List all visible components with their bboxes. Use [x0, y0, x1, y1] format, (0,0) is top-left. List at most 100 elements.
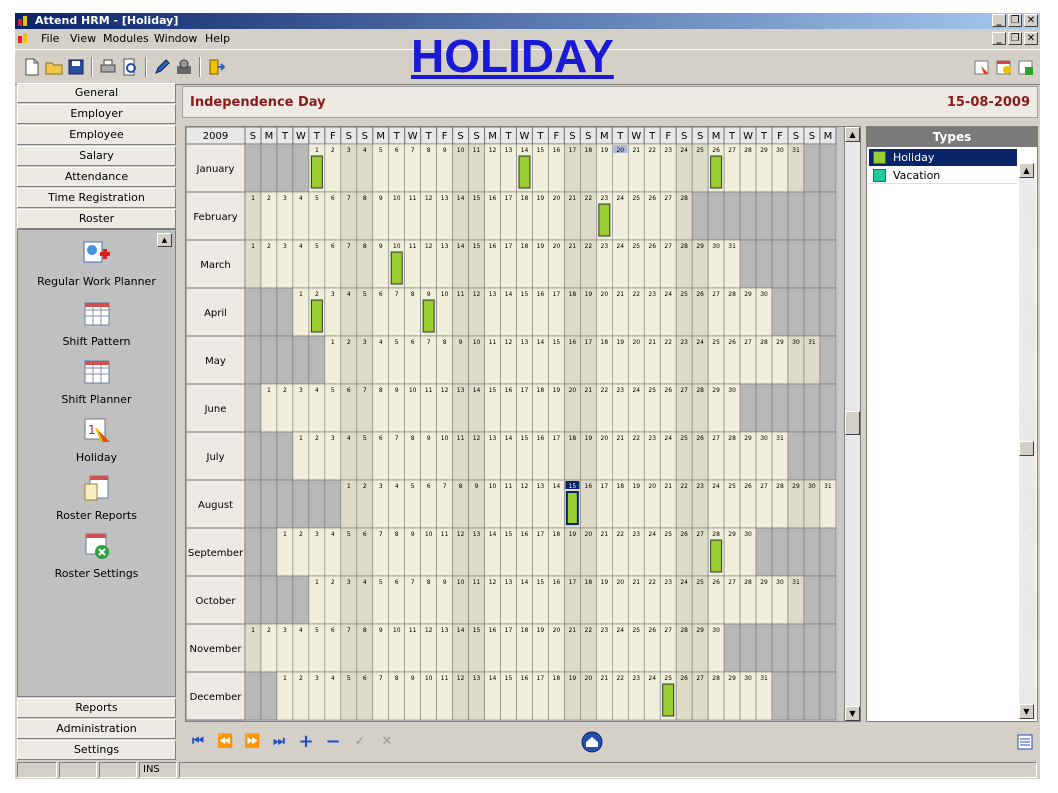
- open-folder-icon[interactable]: [45, 58, 63, 76]
- status-panel: [179, 762, 1037, 778]
- day-number: 12: [425, 627, 433, 634]
- nav-administration[interactable]: Administration: [17, 719, 176, 739]
- nav-salary[interactable]: Salary: [17, 146, 176, 166]
- menu-window[interactable]: Window: [154, 29, 197, 49]
- day-number: 8: [459, 483, 463, 490]
- day-number: 24: [648, 531, 656, 538]
- holiday-marker[interactable]: [710, 155, 723, 189]
- add-record-icon[interactable]: +: [298, 733, 314, 751]
- print-icon[interactable]: [99, 58, 117, 76]
- new-document-icon[interactable]: [23, 58, 41, 76]
- day-number: 4: [299, 195, 303, 202]
- types-scrollbar[interactable]: ▲ ▼: [1019, 163, 1036, 719]
- holiday-marker[interactable]: [390, 251, 403, 285]
- calendar-star-icon[interactable]: [995, 58, 1013, 76]
- holiday-marker[interactable]: [422, 299, 435, 333]
- nav-general[interactable]: General: [17, 83, 176, 103]
- day-number: 24: [648, 675, 656, 682]
- exit-door-icon[interactable]: [207, 58, 225, 76]
- weekday-label: S: [362, 131, 368, 142]
- day-number: 3: [283, 195, 287, 202]
- empty-day-cell: [276, 287, 294, 337]
- calendar-scrollbar[interactable]: ▲ ▼: [844, 126, 861, 722]
- empty-day-cell: [819, 239, 837, 289]
- list-view-icon[interactable]: [1016, 733, 1034, 751]
- menu-help[interactable]: Help: [205, 29, 230, 49]
- nav-settings[interactable]: Settings: [17, 740, 176, 760]
- weekday-label: M: [712, 131, 721, 142]
- day-number: 5: [347, 675, 351, 682]
- type-item-holiday[interactable]: Holiday: [869, 149, 1017, 166]
- print-preview-icon[interactable]: [121, 58, 139, 76]
- edit-pencil-icon[interactable]: [153, 58, 171, 76]
- day-number: 7: [347, 195, 351, 202]
- home-icon[interactable]: [581, 731, 603, 753]
- nav-reports[interactable]: Reports: [17, 698, 176, 718]
- nav-item-regular-work-planner[interactable]: Regular Work Planner: [18, 240, 175, 288]
- confirm-check-icon[interactable]: ✓: [352, 734, 368, 750]
- mdi-close-button[interactable]: ✕: [1024, 32, 1038, 45]
- empty-day-cell: [739, 191, 757, 241]
- day-number: 4: [363, 579, 367, 586]
- day-number: 24: [696, 339, 704, 346]
- day-number: 24: [680, 147, 688, 154]
- day-number: 25: [680, 291, 688, 298]
- day-number: 15: [569, 483, 577, 490]
- scroll-thumb[interactable]: [845, 411, 860, 435]
- nav-item-holiday[interactable]: 1 Holiday: [18, 416, 175, 464]
- nav-employer[interactable]: Employer: [17, 104, 176, 124]
- nav-item-shift-planner[interactable]: Shift Planner: [18, 358, 175, 406]
- previous-record-icon[interactable]: ⏪: [217, 734, 233, 750]
- holiday-marker[interactable]: [598, 203, 611, 237]
- next-record-icon[interactable]: ⏩: [244, 734, 260, 750]
- holiday-marker[interactable]: [518, 155, 531, 189]
- nav-item-roster-settings[interactable]: Roster Settings: [18, 532, 175, 580]
- day-number: 31: [728, 243, 736, 250]
- holiday-marker[interactable]: [310, 299, 323, 333]
- tools-icon[interactable]: [175, 58, 193, 76]
- nav-employee[interactable]: Employee: [17, 125, 176, 145]
- nav-roster[interactable]: Roster: [17, 209, 176, 229]
- holiday-marker[interactable]: [310, 155, 323, 189]
- restore-button[interactable]: ❐: [1008, 14, 1022, 27]
- cancel-x-icon[interactable]: ✕: [379, 734, 395, 750]
- holiday-marker[interactable]: [710, 539, 723, 573]
- day-number: 30: [744, 675, 752, 682]
- mdi-minimize-button[interactable]: _: [992, 32, 1006, 45]
- close-button[interactable]: ✕: [1024, 14, 1038, 27]
- weekday-label: F: [665, 131, 671, 142]
- day-number: 30: [808, 483, 816, 490]
- holiday-calendar-icon[interactable]: [973, 58, 991, 76]
- nav-item-shift-pattern[interactable]: Shift Pattern: [18, 300, 175, 348]
- empty-day-cell: [739, 383, 757, 433]
- type-item-vacation[interactable]: Vacation: [869, 167, 1017, 184]
- weekday-label: M: [488, 131, 497, 142]
- nav-item-roster-reports[interactable]: Roster Reports: [18, 474, 175, 522]
- day-number: 11: [489, 339, 497, 346]
- status-bar: INS: [15, 761, 1040, 779]
- holiday-marker[interactable]: [662, 683, 675, 717]
- holiday-marker[interactable]: [565, 491, 579, 525]
- year-calendar-grid[interactable]: 2009 S M T W T F S S M T W T F S S M T W T F S S M T W T F S S M T W T F S S…: [185, 126, 850, 722]
- delete-record-icon[interactable]: −: [325, 733, 341, 751]
- types-scroll-thumb[interactable]: [1019, 441, 1034, 456]
- day-number: 3: [315, 531, 319, 538]
- first-record-icon[interactable]: ⏮: [190, 734, 206, 750]
- save-icon[interactable]: [67, 58, 85, 76]
- day-number: 19: [537, 195, 545, 202]
- menu-file[interactable]: File: [41, 29, 59, 49]
- nav-attendance[interactable]: Attendance: [17, 167, 176, 187]
- scroll-up-button[interactable]: ▲: [845, 127, 860, 142]
- minimize-button[interactable]: _: [992, 14, 1006, 27]
- menu-view[interactable]: View: [70, 29, 96, 49]
- mdi-restore-button[interactable]: ❐: [1008, 32, 1022, 45]
- last-record-icon[interactable]: ⏭: [271, 734, 287, 750]
- types-scroll-up-button[interactable]: ▲: [1019, 163, 1034, 178]
- day-number: 18: [569, 435, 577, 442]
- calendar-gift-icon[interactable]: [1017, 58, 1035, 76]
- types-scroll-down-button[interactable]: ▼: [1019, 704, 1034, 719]
- scroll-down-button[interactable]: ▼: [845, 706, 860, 721]
- day-number: 2: [267, 627, 271, 634]
- menu-modules[interactable]: Modules: [103, 29, 149, 49]
- nav-time-registration[interactable]: Time Registration: [17, 188, 176, 208]
